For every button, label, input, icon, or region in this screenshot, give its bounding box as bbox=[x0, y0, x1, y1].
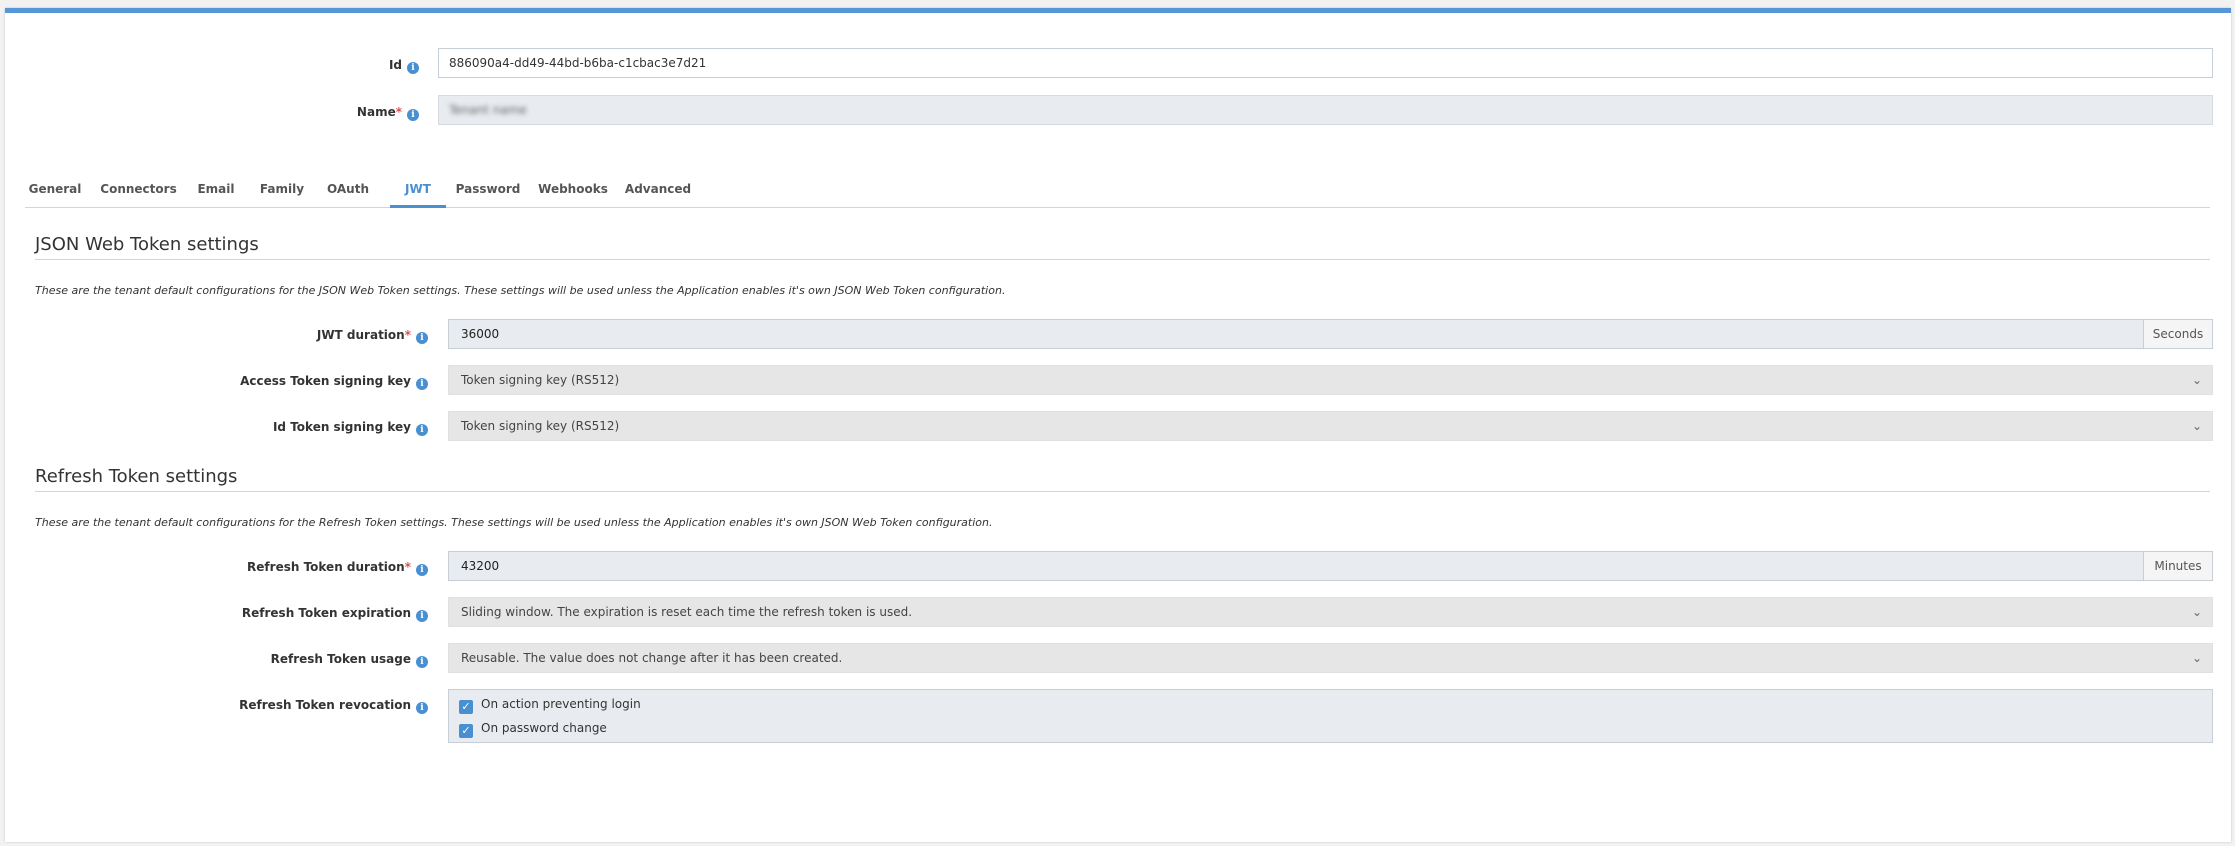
tab-oauth[interactable]: OAuth bbox=[319, 170, 377, 208]
refresh-section-title: Refresh Token settings bbox=[35, 466, 2210, 492]
checkmark-icon[interactable]: ✓ bbox=[459, 700, 473, 714]
access-key-label-text: Access Token signing key bbox=[240, 374, 411, 388]
refresh-description: These are the tenant default configurati… bbox=[35, 516, 993, 529]
jwt-duration-input[interactable]: 36000 bbox=[448, 319, 2144, 349]
tab-email[interactable]: Email bbox=[187, 170, 245, 208]
refresh-duration-group: 43200 Minutes bbox=[448, 551, 2213, 581]
name-field[interactable]: Tenant name bbox=[438, 95, 2213, 125]
revocation-option-password-label: On password change bbox=[481, 721, 607, 735]
info-icon[interactable]: i bbox=[407, 62, 419, 74]
info-icon[interactable]: i bbox=[416, 610, 428, 622]
id-key-label-text: Id Token signing key bbox=[272, 420, 411, 434]
refresh-usage-label-text: Refresh Token usage bbox=[270, 652, 411, 666]
tab-advanced[interactable]: Advanced bbox=[619, 170, 697, 208]
refresh-expiration-label-text: Refresh Token expiration bbox=[241, 606, 411, 620]
refresh-usage-label: Refresh Token usage i bbox=[105, 652, 428, 668]
refresh-duration-unit: Minutes bbox=[2143, 551, 2213, 581]
refresh-revocation-label: Refresh Token revocation i bbox=[105, 698, 428, 714]
revocation-option-login[interactable]: ✓ On action preventing login bbox=[459, 696, 641, 714]
refresh-usage-value: Reusable. The value does not change afte… bbox=[461, 651, 843, 665]
jwt-duration-group: 36000 Seconds bbox=[448, 319, 2213, 349]
jwt-description: These are the tenant default configurati… bbox=[35, 284, 1006, 297]
tab-connectors[interactable]: Connectors bbox=[95, 170, 182, 208]
info-icon[interactable]: i bbox=[416, 424, 428, 436]
jwt-duration-label-text: JWT duration bbox=[316, 328, 405, 342]
refresh-usage-select[interactable]: Reusable. The value does not change afte… bbox=[448, 643, 2213, 673]
tab-webhooks[interactable]: Webhooks bbox=[533, 170, 613, 208]
id-key-select[interactable]: Token signing key (RS512) ⌄ bbox=[448, 411, 2213, 441]
access-key-value: Token signing key (RS512) bbox=[461, 373, 620, 387]
refresh-expiration-value: Sliding window. The expiration is reset … bbox=[461, 605, 913, 619]
info-icon[interactable]: i bbox=[416, 378, 428, 390]
required-mark: * bbox=[404, 560, 411, 574]
name-label-text: Name bbox=[356, 105, 396, 119]
revocation-options: ✓ On action preventing login ✓ On password… bbox=[448, 689, 2213, 743]
info-icon[interactable]: i bbox=[416, 702, 428, 714]
tab-password[interactable]: Password bbox=[451, 170, 525, 208]
tenant-edit-panel: Id i 886090a4-dd49-44bd-b6ba-c1cbac3e7d21… bbox=[5, 8, 2231, 842]
id-key-value: Token signing key (RS512) bbox=[461, 419, 620, 433]
chevron-down-icon: ⌄ bbox=[2191, 419, 2202, 433]
info-icon[interactable]: i bbox=[416, 656, 428, 668]
revocation-option-login-label: On action preventing login bbox=[481, 697, 641, 711]
id-field[interactable]: 886090a4-dd49-44bd-b6ba-c1cbac3e7d21 bbox=[438, 48, 2213, 78]
chevron-down-icon: ⌄ bbox=[2191, 605, 2202, 619]
info-icon[interactable]: i bbox=[416, 332, 428, 344]
tab-family[interactable]: Family bbox=[250, 170, 314, 208]
id-label-text: Id bbox=[388, 58, 402, 72]
refresh-revocation-label-text: Refresh Token revocation bbox=[239, 698, 411, 712]
name-label: Name* i bbox=[185, 105, 419, 121]
refresh-expiration-select[interactable]: Sliding window. The expiration is reset … bbox=[448, 597, 2213, 627]
refresh-duration-label: Refresh Token duration* i bbox=[105, 560, 428, 576]
revocation-option-password[interactable]: ✓ On password change bbox=[459, 720, 607, 738]
refresh-expiration-label: Refresh Token expiration i bbox=[105, 606, 428, 622]
info-icon[interactable]: i bbox=[416, 564, 428, 576]
name-value: Tenant name bbox=[449, 103, 527, 117]
checkmark-icon[interactable]: ✓ bbox=[459, 724, 473, 738]
tab-bar: General Connectors Email Family OAuth JW… bbox=[25, 170, 2210, 208]
tab-jwt[interactable]: JWT bbox=[390, 170, 446, 208]
chevron-down-icon: ⌄ bbox=[2191, 373, 2202, 387]
chevron-down-icon: ⌄ bbox=[2191, 651, 2202, 665]
jwt-section-title: JSON Web Token settings bbox=[35, 234, 2210, 260]
id-label: Id i bbox=[185, 58, 419, 74]
required-mark: * bbox=[395, 105, 402, 119]
jwt-duration-label: JWT duration* i bbox=[105, 328, 428, 344]
refresh-duration-label-text: Refresh Token duration bbox=[247, 560, 405, 574]
tab-general[interactable]: General bbox=[25, 170, 85, 208]
refresh-duration-input[interactable]: 43200 bbox=[448, 551, 2144, 581]
access-key-label: Access Token signing key i bbox=[105, 374, 428, 390]
info-icon[interactable]: i bbox=[407, 109, 419, 121]
access-key-select[interactable]: Token signing key (RS512) ⌄ bbox=[448, 365, 2213, 395]
required-mark: * bbox=[404, 328, 411, 342]
jwt-duration-unit: Seconds bbox=[2143, 319, 2213, 349]
id-key-label: Id Token signing key i bbox=[105, 420, 428, 436]
